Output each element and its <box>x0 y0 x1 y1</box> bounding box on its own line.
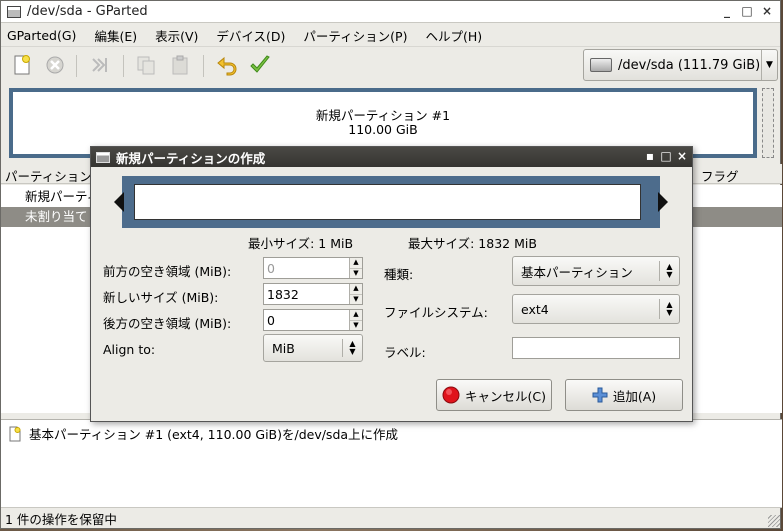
undo-button[interactable] <box>214 52 240 78</box>
free-before-spinner[interactable]: 0 ▲ ▼ <box>263 257 363 279</box>
create-partition-dialog: 新規パーティションの作成 ▪ □ × 最小サイズ: 1 MiB 最大サイズ: 1… <box>90 146 693 422</box>
dialog-window-controls: ▪ □ × <box>644 149 688 163</box>
menu-partition[interactable]: パーティション(P) <box>303 26 407 45</box>
close-button[interactable]: × <box>760 4 774 18</box>
partition-map-scrollbar[interactable] <box>762 88 774 158</box>
new-icon <box>9 426 21 441</box>
resize-left-handle-icon[interactable] <box>114 192 124 212</box>
dialog-title-bar: 新規パーティションの作成 ▪ □ × <box>91 147 692 167</box>
dialog-title: 新規パーティションの作成 <box>116 150 266 166</box>
partition-type-value: 基本パーティション <box>521 264 633 280</box>
min-size-text: 最小サイズ: 1 MiB <box>248 236 354 251</box>
partition-type-select[interactable]: 基本パーティション ▲ ▼ <box>512 256 680 286</box>
apply-button[interactable] <box>247 52 273 78</box>
add-button[interactable]: 追加(A) <box>565 379 683 411</box>
partition-resizer[interactable] <box>114 176 668 228</box>
menu-view[interactable]: 表示(V) <box>155 26 198 45</box>
align-select[interactable]: MiB ▲ ▼ <box>263 334 363 362</box>
new-size-value[interactable]: 1832 <box>264 287 349 302</box>
partition-map-size: 110.00 GiB <box>348 122 418 137</box>
partition-map-name: 新規パーティション #1 <box>315 108 451 123</box>
new-size-label: 新しいサイズ (MiB): <box>103 290 219 305</box>
menu-help[interactable]: ヘルプ(H) <box>425 26 482 45</box>
window-title: /dev/sda - GParted <box>27 4 148 19</box>
dialog-minimize-button[interactable]: ▪ <box>644 149 656 163</box>
window-controls: _ □ × <box>720 4 774 18</box>
paste-button[interactable] <box>167 52 193 78</box>
updown-icon: ▲ ▼ <box>659 299 679 319</box>
chevron-down-icon: ▼ <box>761 50 777 80</box>
delete-partition-button[interactable] <box>42 52 68 78</box>
cancel-label: キャンセル(C) <box>465 388 546 404</box>
free-before-value[interactable]: 0 <box>264 261 349 276</box>
align-label: Align to: <box>103 342 156 357</box>
add-label: 追加(A) <box>612 388 657 404</box>
free-after-value[interactable]: 0 <box>264 313 349 328</box>
label-input[interactable] <box>512 337 680 359</box>
add-icon <box>592 387 608 403</box>
align-value: MiB <box>272 340 295 356</box>
dialog-close-button[interactable]: × <box>676 149 688 163</box>
operation-item[interactable]: 基本パーティション #1 (ext4, 110.00 GiB)を/dev/sda… <box>7 424 398 443</box>
spinner-buttons[interactable]: ▲ ▼ <box>349 310 362 330</box>
copy-button[interactable] <box>133 52 159 78</box>
resize-right-handle-icon[interactable] <box>658 192 668 212</box>
cancel-button[interactable]: キャンセル(C) <box>436 379 552 411</box>
free-after-label: 後方の空き領域 (MiB): <box>103 316 232 331</box>
undo-icon <box>217 56 237 76</box>
partition-resizer-bar[interactable] <box>134 184 641 220</box>
resize-move-icon <box>92 58 107 72</box>
menu-gparted[interactable]: GParted(G) <box>7 28 76 43</box>
cancel-icon <box>442 386 460 404</box>
new-partition-button[interactable] <box>9 52 35 78</box>
copy-icon <box>137 56 155 75</box>
free-after-spinner[interactable]: 0 ▲ ▼ <box>263 309 363 331</box>
toolbar-separator <box>203 55 204 77</box>
updown-icon: ▲ ▼ <box>659 261 679 281</box>
device-selector[interactable]: /dev/sda (111.79 GiB) ▼ <box>583 49 778 81</box>
menu-edit[interactable]: 編集(E) <box>94 26 137 45</box>
filesystem-value: ext4 <box>521 301 549 317</box>
dialog-app-icon <box>96 151 110 163</box>
operation-text: 基本パーティション #1 (ext4, 110.00 GiB)を/dev/sda… <box>29 427 399 442</box>
label-label: ラベル: <box>384 345 426 360</box>
resize-move-button[interactable] <box>86 52 112 78</box>
menu-bar: GParted(G) 編集(E) 表示(V) デバイス(D) パーティション(P… <box>1 24 780 46</box>
new-size-spinner[interactable]: 1832 ▲ ▼ <box>263 283 363 305</box>
filesystem-select[interactable]: ext4 ▲ ▼ <box>512 294 680 324</box>
minimize-button[interactable]: _ <box>720 4 734 18</box>
apply-icon <box>250 55 270 73</box>
new-icon <box>14 55 30 75</box>
column-partition[interactable]: パーティション <box>5 166 92 185</box>
menu-device[interactable]: デバイス(D) <box>216 26 285 45</box>
spinner-buttons[interactable]: ▲ ▼ <box>349 258 362 278</box>
maximize-button[interactable]: □ <box>740 4 754 18</box>
spinner-buttons[interactable]: ▲ ▼ <box>349 284 362 304</box>
title-bar: /dev/sda - GParted _ □ × <box>1 1 780 23</box>
toolbar-separator <box>123 55 124 77</box>
harddisk-icon <box>590 58 612 72</box>
device-label: /dev/sda (111.79 GiB) <box>618 57 761 73</box>
dialog-maximize-button[interactable]: □ <box>660 149 672 163</box>
window-app-icon <box>7 5 21 18</box>
pending-operations-list: 基本パーティション #1 (ext4, 110.00 GiB)を/dev/sda… <box>1 419 782 507</box>
status-bar: 1 件の操作を保留中 <box>1 507 782 529</box>
paste-icon <box>172 55 188 75</box>
toolbar-separator <box>76 55 77 77</box>
free-before-label: 前方の空き領域 (MiB): <box>103 264 232 279</box>
resize-grip-icon[interactable] <box>768 515 780 527</box>
filesystem-label: ファイルシステム: <box>384 305 488 320</box>
delete-icon <box>46 56 64 74</box>
updown-icon: ▲ ▼ <box>342 338 362 358</box>
status-text: 1 件の操作を保留中 <box>5 512 117 527</box>
toolbar: /dev/sda (111.79 GiB) ▼ <box>1 46 780 84</box>
column-flags[interactable]: フラグ <box>701 166 739 185</box>
type-label: 種類: <box>384 267 414 282</box>
max-size-text: 最大サイズ: 1832 MiB <box>408 236 537 251</box>
